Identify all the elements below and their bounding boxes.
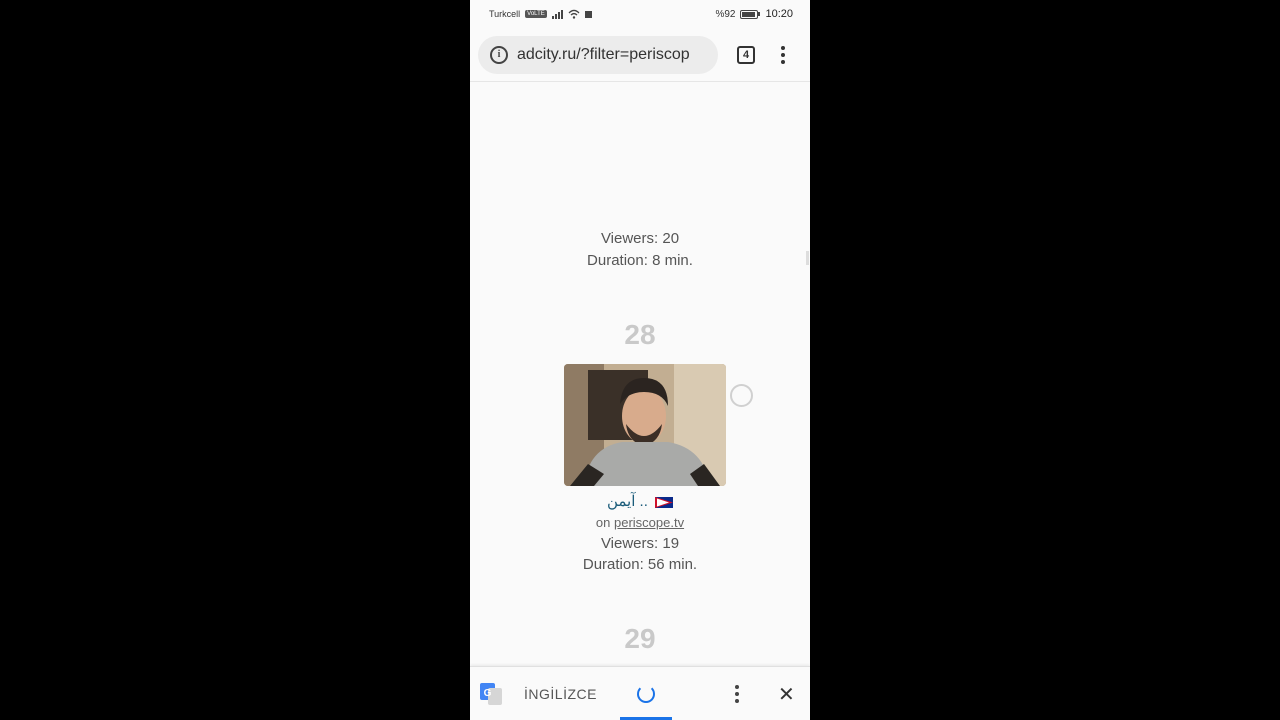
stream-title[interactable]: آيمن .. xyxy=(470,492,810,512)
source-prefix: on xyxy=(595,515,614,530)
status-left: Turkcell VoLTE xyxy=(489,9,592,19)
more-vert-icon[interactable] xyxy=(777,45,789,64)
prev-item-viewers: Viewers: 20 xyxy=(600,230,680,247)
phone-screen: Turkcell VoLTE %92 10:20 i adcity.ru/?fi… xyxy=(470,0,810,720)
status-right: %92 10:20 xyxy=(715,8,793,20)
status-bar: Turkcell VoLTE %92 10:20 xyxy=(470,0,810,28)
rank-number: 28 xyxy=(624,319,656,350)
thumbnail-image xyxy=(564,364,726,486)
rank-number-next: 29 xyxy=(624,623,656,654)
flag-icon xyxy=(655,496,674,508)
battery-percent: %92 xyxy=(715,8,736,20)
carrier-name: Turkcell xyxy=(489,9,521,19)
battery-icon xyxy=(740,9,761,19)
browser-toolbar: i adcity.ru/?filter=periscop 4 xyxy=(470,28,810,82)
address-bar[interactable]: i adcity.ru/?filter=periscop xyxy=(478,35,718,74)
stream-thumbnail[interactable] xyxy=(564,364,726,486)
battery-fill xyxy=(742,11,756,17)
info-icon[interactable]: i xyxy=(490,45,508,64)
stream-duration: Duration: 56 min. xyxy=(582,556,698,573)
signal-icon xyxy=(551,9,563,19)
tab-language-english[interactable]: İNGİLİZCE xyxy=(524,686,597,702)
translate-bar: G İNGİLİZCE ✕ xyxy=(470,666,810,720)
loading-spinner-icon xyxy=(636,684,655,703)
scrollbar[interactable] xyxy=(806,251,809,265)
page-content: Viewers: 20 Duration: 8 min. 28 آيمن .. xyxy=(470,83,810,666)
source-link[interactable]: periscope.tv xyxy=(614,515,684,530)
tab-switcher-button[interactable]: 4 xyxy=(737,45,755,64)
prev-item-duration: Duration: 8 min. xyxy=(587,252,693,269)
close-icon[interactable]: ✕ xyxy=(778,684,795,704)
wifi-icon xyxy=(568,9,580,19)
notification-icon xyxy=(584,10,592,18)
svg-text:G: G xyxy=(484,688,492,699)
url-text[interactable]: adcity.ru/?filter=periscop xyxy=(517,46,690,64)
clock: 10:20 xyxy=(765,8,793,20)
stream-source: on periscope.tv xyxy=(470,515,810,530)
google-translate-icon: G xyxy=(480,682,502,705)
stream-title-text[interactable]: آيمن .. xyxy=(607,493,648,510)
volte-badge: VoLTE xyxy=(525,10,547,18)
select-radio[interactable] xyxy=(730,384,753,407)
stream-viewers: Viewers: 19 xyxy=(600,535,680,552)
more-vert-icon[interactable] xyxy=(733,684,741,703)
